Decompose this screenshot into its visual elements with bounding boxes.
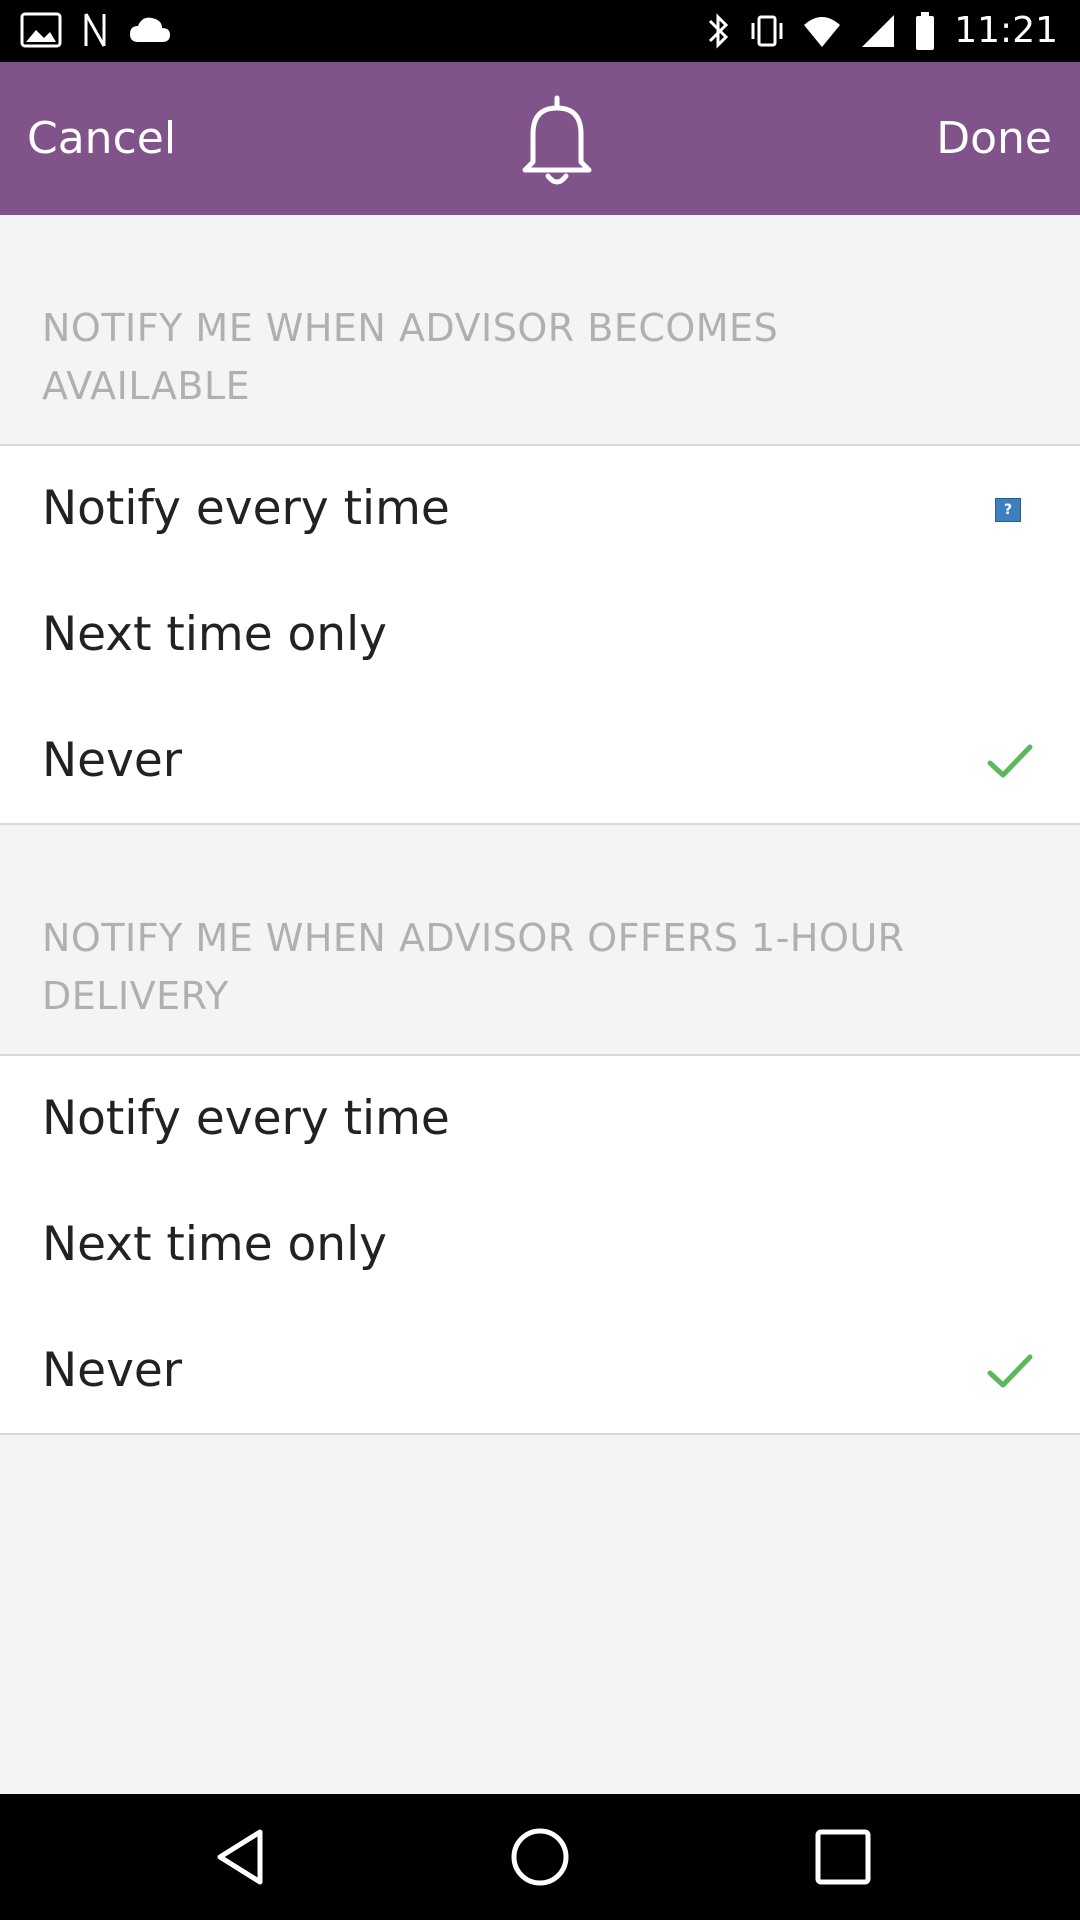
check-icon	[987, 1354, 1033, 1388]
signal-icon	[862, 15, 895, 47]
option-label: Never	[42, 1343, 183, 1398]
section-title: NOTIFY ME WHEN ADVISOR OFFERS 1-HOUR DEL…	[42, 916, 905, 1018]
done-button[interactable]: Done	[936, 62, 1052, 215]
gallery-icon	[20, 12, 62, 48]
option-never[interactable]: Never	[0, 698, 1080, 824]
bluetooth-icon	[709, 13, 729, 49]
cloud-icon	[130, 17, 170, 42]
cancel-button[interactable]: Cancel	[27, 62, 176, 215]
vibrate-icon	[751, 15, 783, 47]
recent-apps-icon[interactable]	[810, 1824, 876, 1890]
option-notify-every-time[interactable]: Notify every time ?	[0, 446, 1080, 572]
option-never[interactable]: Never	[0, 1308, 1080, 1434]
option-list-availability: Notify every time ? Next time only Never	[0, 446, 1080, 825]
status-right-icons: 11:21	[706, 8, 1058, 54]
app-bar: Cancel Done	[0, 62, 1080, 215]
wifi-icon	[804, 17, 841, 47]
option-label: Notify every time	[42, 1091, 450, 1146]
bell-icon	[522, 95, 592, 185]
screen: 11:21 Cancel Done NOTIFY ME WHEN ADVISOR…	[0, 0, 1080, 1920]
status-left-icons	[20, 12, 172, 48]
navigation-bar	[0, 1794, 1080, 1920]
section-title: NOTIFY ME WHEN ADVISOR BECOMES AVAILABLE	[42, 306, 779, 408]
option-label: Notify every time	[42, 481, 450, 536]
option-next-time-only[interactable]: Next time only	[0, 572, 1080, 698]
battery-icon	[916, 12, 935, 50]
section-header-availability: NOTIFY ME WHEN ADVISOR BECOMES AVAILABLE	[0, 215, 1080, 446]
option-label: Never	[42, 733, 183, 788]
home-icon[interactable]	[507, 1824, 573, 1890]
option-list-delivery: Notify every time Next time only Never	[0, 1056, 1080, 1435]
check-icon	[987, 744, 1033, 778]
status-time: 11:21	[954, 10, 1058, 51]
option-label: Next time only	[42, 1217, 387, 1272]
status-bar: 11:21	[0, 0, 1080, 62]
section-header-delivery: NOTIFY ME WHEN ADVISOR OFFERS 1-HOUR DEL…	[0, 825, 1080, 1056]
option-next-time-only[interactable]: Next time only	[0, 1182, 1080, 1308]
option-label: Next time only	[42, 607, 387, 662]
help-icon[interactable]: ?	[995, 498, 1021, 522]
back-icon[interactable]	[208, 1824, 274, 1890]
nfc-icon	[84, 13, 106, 47]
option-notify-every-time[interactable]: Notify every time	[0, 1056, 1080, 1182]
